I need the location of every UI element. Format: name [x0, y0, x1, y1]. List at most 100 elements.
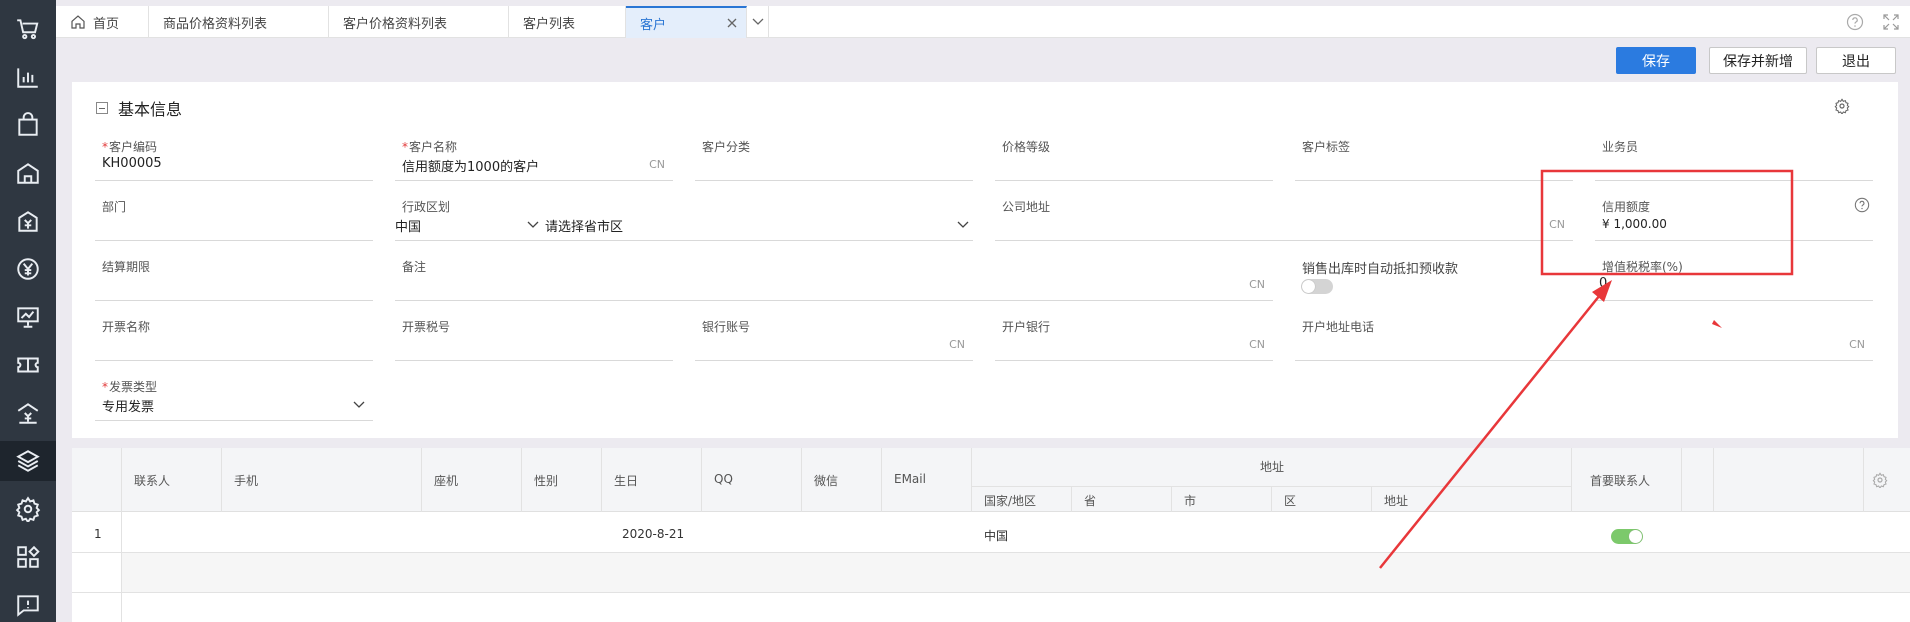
header-address: 地址: [1384, 494, 1409, 508]
table-row[interactable]: [122, 553, 1910, 592]
province-city-select[interactable]: 请选择省市区: [545, 216, 623, 235]
customer-tag-field[interactable]: 客户标签: [1295, 133, 1573, 181]
tab-dropdown-button[interactable]: [747, 6, 769, 38]
birthday-cell[interactable]: 2020-8-21: [622, 527, 684, 541]
basic-info-card: 基本信息 *客户编码 KH00005 *客户名称 信用额度为1000的客户 CN…: [72, 82, 1898, 438]
language-suffix: CN: [1849, 338, 1865, 351]
sidebar-item-finance[interactable]: [0, 201, 56, 241]
header-primary-contact: 首要联系人: [1590, 474, 1651, 488]
field-label: 开户地址电话: [1302, 320, 1375, 334]
header-province: 省: [1084, 494, 1097, 508]
sidebar-item-settings[interactable]: [0, 489, 56, 529]
home-icon: [71, 15, 85, 29]
country-select[interactable]: 中国: [395, 216, 421, 235]
auto-offset-field: 销售出库时自动抵扣预收款: [1295, 253, 1573, 301]
region-field[interactable]: 行政区划 中国 请选择省市区: [395, 193, 973, 241]
invoice-type-field[interactable]: *发票类型 专用发票: [95, 373, 373, 421]
settlement-period-field[interactable]: 结算期限: [95, 253, 373, 301]
sidebar-item-bank[interactable]: [0, 393, 56, 433]
ticket-icon: [17, 357, 39, 373]
price-level-field[interactable]: 价格等级: [995, 133, 1273, 181]
column-divider: [601, 448, 602, 512]
section-title: 基本信息: [118, 100, 183, 119]
tab-product-price-list[interactable]: 商品价格资料列表: [149, 6, 329, 38]
customer-code-field[interactable]: *客户编码 KH00005: [95, 133, 373, 181]
vat-rate-field[interactable]: 增值税税率(%) 0: [1595, 253, 1873, 301]
tab-customer-price-list[interactable]: 客户价格资料列表: [329, 6, 509, 38]
row-divider: [72, 592, 1910, 593]
chevron-down-icon[interactable]: [353, 401, 365, 409]
tax-number-field[interactable]: 开票税号: [395, 313, 673, 361]
sidebar-item-apps[interactable]: [0, 537, 56, 577]
customer-name-field[interactable]: *客户名称 信用额度为1000的客户 CN: [395, 133, 673, 181]
column-divider: [521, 448, 522, 512]
bank-account-field[interactable]: 银行账号 CN: [695, 313, 973, 361]
sidebar: [0, 0, 56, 622]
collapse-icon[interactable]: [96, 102, 108, 114]
sidebar-item-analysis[interactable]: [0, 297, 56, 337]
column-divider: [1713, 448, 1714, 512]
tab-customer[interactable]: 客户: [626, 6, 747, 38]
field-label: *发票类型: [102, 380, 158, 394]
help-icon[interactable]: [1854, 197, 1870, 213]
sidebar-item-ticket[interactable]: [0, 345, 56, 385]
field-label: 结算期限: [102, 260, 151, 274]
field-label: 信用额度: [1602, 200, 1651, 214]
header-birthday: 生日: [614, 474, 639, 488]
column-divider: [221, 448, 222, 512]
toggle-knob: [1629, 530, 1642, 543]
customer-code-value: KH00005: [102, 156, 162, 171]
header-qq: QQ: [714, 472, 733, 486]
column-divider: [1071, 486, 1072, 512]
column-divider: [1681, 448, 1682, 512]
save-and-new-button[interactable]: 保存并新增: [1709, 47, 1807, 74]
sidebar-item-purchase[interactable]: [0, 105, 56, 145]
cart-icon: [17, 19, 39, 40]
vat-rate-value: 0: [1599, 276, 1608, 291]
gear-icon[interactable]: [1872, 472, 1888, 488]
column-divider: [1371, 486, 1372, 512]
auto-offset-toggle[interactable]: [1301, 279, 1333, 294]
invoice-name-field[interactable]: 开票名称: [95, 313, 373, 361]
tab-label: 首页: [93, 16, 120, 32]
field-label: 开户银行: [1002, 320, 1051, 334]
money-box-icon: [18, 211, 38, 232]
app-window: 首页 商品价格资料列表 客户价格资料列表 客户列表 客户 保存 保存并新增 退出…: [0, 0, 1910, 622]
field-label: 客户分类: [702, 140, 751, 154]
customer-category-field[interactable]: 客户分类: [695, 133, 973, 181]
sidebar-item-report[interactable]: [0, 57, 56, 97]
department-field[interactable]: 部门: [95, 193, 373, 241]
header-address-group: 地址: [1260, 460, 1285, 474]
primary-contact-toggle[interactable]: [1611, 529, 1643, 544]
tab-customer-list[interactable]: 客户列表: [509, 6, 626, 38]
sidebar-item-cart[interactable]: [0, 9, 56, 49]
tab-label: 客户价格资料列表: [343, 16, 448, 32]
help-icon[interactable]: [1846, 13, 1864, 31]
bank-name-field[interactable]: 开户银行 CN: [995, 313, 1273, 361]
sidebar-item-fund[interactable]: [0, 249, 56, 289]
field-label: 银行账号: [702, 320, 751, 334]
exit-button[interactable]: 退出: [1816, 47, 1896, 74]
invoice-address-phone-field[interactable]: 开户地址电话 CN: [1295, 313, 1873, 361]
chevron-down-icon[interactable]: [957, 221, 969, 229]
tab-label: 商品价格资料列表: [163, 16, 268, 32]
sidebar-item-data[interactable]: [0, 441, 56, 481]
sidebar-item-warehouse[interactable]: [0, 153, 56, 193]
fullscreen-icon[interactable]: [1882, 13, 1900, 31]
header-gender: 性别: [534, 474, 559, 488]
field-label: 备注: [402, 260, 427, 274]
sidebar-item-feedback[interactable]: [0, 585, 56, 622]
gear-icon[interactable]: [1834, 98, 1850, 114]
company-address-field[interactable]: 公司地址 CN: [995, 193, 1573, 241]
remark-field[interactable]: 备注 CN: [395, 253, 1273, 301]
tab-home[interactable]: 首页: [56, 6, 149, 38]
section-header[interactable]: 基本信息: [96, 96, 182, 120]
country-cell[interactable]: 中国: [984, 527, 1008, 544]
tab-label: 客户列表: [523, 16, 576, 32]
close-icon[interactable]: [726, 17, 738, 29]
salesman-field[interactable]: 业务员: [1595, 133, 1873, 181]
save-button[interactable]: 保存: [1616, 47, 1696, 74]
chevron-down-icon[interactable]: [527, 221, 539, 229]
apps-grid-icon: [17, 545, 40, 568]
credit-limit-field[interactable]: 信用额度 ¥ 1,000.00: [1595, 193, 1873, 241]
